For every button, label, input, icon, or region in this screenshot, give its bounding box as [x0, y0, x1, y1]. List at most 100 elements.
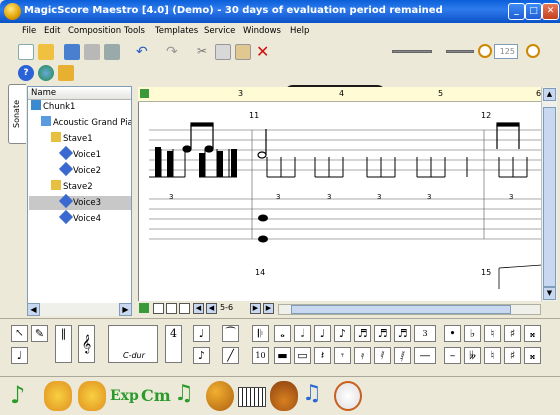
zoom-out-icon[interactable]	[526, 44, 540, 58]
natural-flat-icon[interactable]: ♮	[484, 347, 501, 364]
line-icon[interactable]: ╱	[222, 347, 239, 364]
zoom-input[interactable]: 125	[494, 44, 518, 59]
thirtysecond-note-icon[interactable]: ♬	[374, 325, 391, 342]
ensemble-icon[interactable]	[44, 381, 72, 411]
tree-scrollbar[interactable]: ◀ ▶	[27, 303, 132, 316]
quarter-rest-icon[interactable]: 𝄽	[314, 347, 331, 364]
paste-icon[interactable]	[235, 44, 251, 60]
flat-icon[interactable]: ♭	[464, 325, 481, 342]
tempo-slider[interactable]	[446, 50, 474, 53]
print-icon[interactable]	[84, 44, 100, 60]
help-icon[interactable]: ?	[18, 65, 34, 81]
score-ruler[interactable]: 3 4 5 6	[138, 87, 541, 102]
scroll-left-icon[interactable]: ◀	[27, 303, 40, 316]
sharp-icon[interactable]: ♯	[504, 325, 521, 342]
sixteenth-rest-icon[interactable]: 𝄿	[354, 347, 371, 364]
audio-icon[interactable]: ♫	[302, 381, 330, 411]
menu-help[interactable]: Help	[290, 26, 309, 36]
select-arrow-icon[interactable]: ↖	[11, 325, 28, 342]
key-signature[interactable]: C-dur	[108, 325, 158, 363]
ruler-arrow-icon[interactable]	[140, 89, 149, 98]
tree-item-stave2[interactable]: Stave2	[51, 180, 93, 194]
prev-page-icon[interactable]: ◀	[193, 303, 204, 314]
copy-icon[interactable]	[215, 44, 231, 60]
menu-edit[interactable]: Edit	[44, 26, 60, 36]
tab-sonate[interactable]: Sonate	[8, 84, 26, 144]
paint-palette-icon[interactable]	[206, 381, 234, 411]
scroll-down-icon[interactable]: ▼	[543, 287, 556, 300]
maximize-button[interactable]: □	[525, 3, 542, 20]
sixtyfourth-note-icon[interactable]: ♬	[394, 325, 411, 342]
thirtysecond-rest-icon[interactable]: 𝅀	[374, 347, 391, 364]
dot-icon[interactable]: •	[444, 325, 461, 342]
natural-icon[interactable]: ♮	[484, 325, 501, 342]
scroll-right-icon[interactable]: ▶	[119, 303, 132, 316]
notes-palette-icon[interactable]: ♫	[174, 381, 202, 411]
menu-tools[interactable]: Tools	[124, 26, 145, 36]
barline-icon[interactable]: ‖	[55, 325, 72, 363]
scroll-up-icon[interactable]: ▲	[543, 88, 556, 101]
metronome-clock-icon[interactable]	[334, 381, 362, 411]
next-page-icon[interactable]: ▶	[250, 303, 261, 314]
tree-item-instrument[interactable]: Acoustic Grand Piano	[41, 116, 131, 130]
undo-icon[interactable]: ↶	[136, 44, 152, 60]
measure-number-icon[interactable]: 10	[252, 347, 269, 364]
tree-item-voice3[interactable]: Voice3	[58, 193, 101, 210]
eraser-icon[interactable]: ✎	[31, 325, 48, 342]
delete-icon[interactable]: ✕	[256, 42, 272, 61]
minimize-button[interactable]: _	[508, 3, 525, 20]
close-button[interactable]: ✕	[542, 3, 559, 20]
score-vscrollbar[interactable]: ▲ ▼	[541, 87, 557, 301]
add-voice-icon[interactable]	[78, 381, 106, 411]
tempo-icon[interactable]: ♩	[193, 325, 210, 342]
note-stem-icon[interactable]: ♪	[193, 347, 210, 364]
sixteenth-note-icon[interactable]: ♬	[354, 325, 371, 342]
double-sharp-alt-icon[interactable]: 𝄪	[524, 347, 541, 364]
save-icon[interactable]	[64, 44, 80, 60]
double-flat-icon[interactable]: 𝄫	[464, 347, 481, 364]
last-page-icon[interactable]: ▶	[263, 303, 274, 314]
exit-icon[interactable]	[58, 65, 74, 81]
slur-icon[interactable]: ⁀	[222, 325, 239, 342]
chord-icon[interactable]: Cm	[141, 381, 171, 411]
whole-rest-icon[interactable]: ▬	[274, 347, 291, 364]
tree-item-voice4[interactable]: Voice4	[58, 209, 101, 226]
eighth-rest-icon[interactable]: 𝄾	[334, 347, 351, 364]
treble-clef-icon[interactable]: 𝄞	[78, 325, 95, 363]
score-hscrollbar[interactable]	[278, 304, 541, 315]
note-input-icon[interactable]: ♪	[10, 381, 38, 411]
tree-item-voice2[interactable]: Voice2	[58, 161, 101, 178]
staccato-icon[interactable]: –	[444, 347, 461, 364]
first-page-icon[interactable]: ◀	[206, 303, 217, 314]
tree-item-voice1[interactable]: Voice1	[58, 145, 101, 162]
sixtyfourth-rest-icon[interactable]: 𝅁	[394, 347, 411, 364]
redo-icon[interactable]: ↷	[166, 44, 182, 60]
double-sharp-icon[interactable]: 𝄪	[524, 325, 541, 342]
whole-note-icon[interactable]: 𝅝	[274, 325, 291, 342]
menu-service[interactable]: Service	[204, 26, 235, 36]
tree-item-stave1[interactable]: Stave1	[51, 132, 93, 146]
view-grid-icon[interactable]	[179, 303, 190, 314]
quarter-note-icon[interactable]: ♩	[314, 325, 331, 342]
score-canvas[interactable]: 11 12 14 15 3 3 3 3 3 3	[138, 87, 542, 301]
menu-file[interactable]: File	[22, 26, 36, 36]
view-page-icon[interactable]	[153, 303, 164, 314]
repeat-icon[interactable]: 𝄆	[252, 325, 269, 342]
menu-windows[interactable]: Windows	[243, 26, 281, 36]
tree-item-chunk[interactable]: Chunk1	[31, 100, 75, 114]
expression-icon[interactable]: Exp	[110, 381, 139, 411]
add-measure-icon[interactable]	[139, 303, 149, 313]
time-signature-icon[interactable]: 4	[165, 325, 182, 363]
sharp-natural-icon[interactable]: ♯	[504, 347, 521, 364]
scroll-thumb[interactable]	[543, 107, 556, 287]
new-file-icon[interactable]	[18, 44, 34, 60]
scroll-thumb[interactable]	[291, 305, 511, 314]
zoom-icon[interactable]	[478, 44, 492, 58]
view-scroll-icon[interactable]	[166, 303, 177, 314]
tuplet-icon[interactable]: 3	[414, 325, 436, 342]
cut-icon[interactable]: ✂	[197, 44, 213, 60]
eighth-note-icon[interactable]: ♪	[334, 325, 351, 342]
eighth-note-icon[interactable]: ♩	[11, 347, 28, 364]
web-icon[interactable]	[38, 65, 54, 81]
piano-keyboard-icon[interactable]	[238, 387, 266, 407]
